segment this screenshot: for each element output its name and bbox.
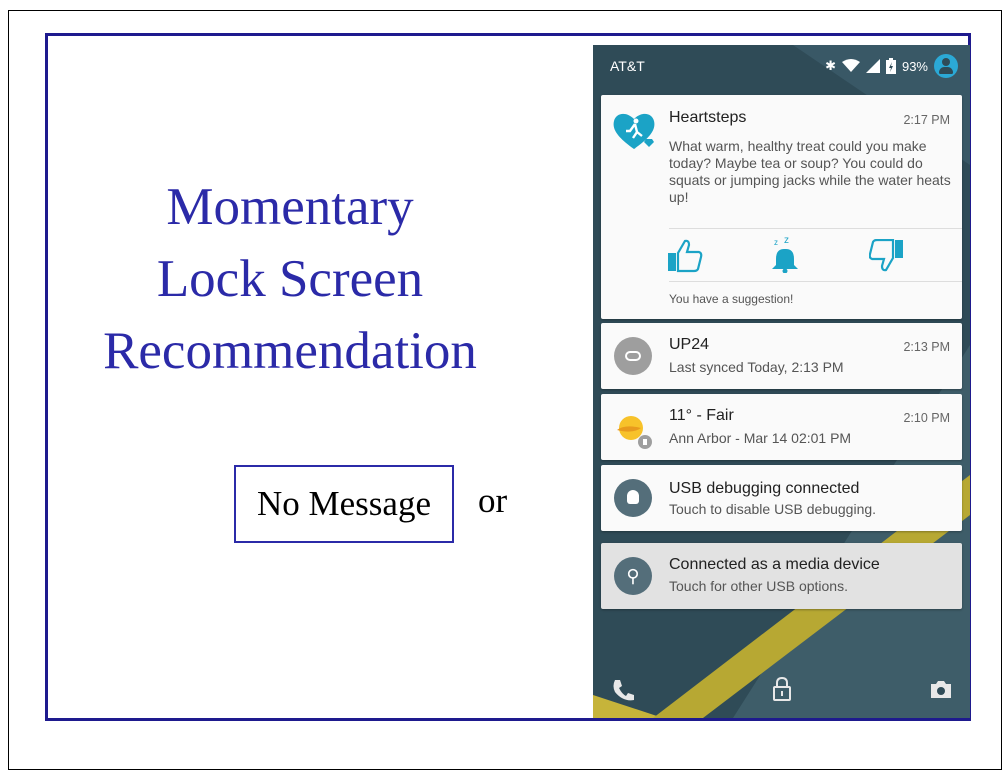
heartsteps-footer: You have a suggestion! <box>669 292 794 306</box>
phone-lock-screen: AT&T ✱ 93% Heartsteps 2:17 PM What warm,… <box>593 45 970 718</box>
up24-title: UP24 <box>669 336 710 353</box>
lock-icon[interactable] <box>771 676 793 702</box>
up24-icon <box>614 337 652 375</box>
phone-icon[interactable] <box>611 678 635 702</box>
usb-debugging-notification[interactable]: USB debugging connected Touch to disable… <box>601 465 962 531</box>
slide-title-line-2: Lock Screen <box>156 250 424 308</box>
media-device-notification[interactable]: ⚲ Connected as a media device Touch for … <box>601 543 962 609</box>
weather-sun-icon <box>617 416 652 449</box>
no-message-label: No Message <box>257 484 431 523</box>
battery-icon <box>885 58 896 74</box>
usb-icon: ⚲ <box>614 557 652 595</box>
up24-time: 2:13 PM <box>903 340 950 354</box>
weather-notification[interactable]: 11° - Fair 2:10 PM Ann Arbor - Mar 14 02… <box>601 394 962 460</box>
usb-debugging-title: USB debugging connected <box>669 480 860 497</box>
no-message-box: No Message <box>234 465 454 543</box>
weather-subtitle: Ann Arbor - Mar 14 02:01 PM <box>669 430 852 446</box>
wifi-icon <box>841 59 860 72</box>
avatar-icon[interactable] <box>934 54 958 78</box>
weather-title: 11° - Fair <box>669 407 734 424</box>
svg-text:z: z <box>784 235 789 246</box>
signal-icon <box>865 59 880 73</box>
heartsteps-message: What warm, healthy treat could you make … <box>669 138 951 205</box>
heartsteps-notification[interactable]: Heartsteps 2:17 PM What warm, healthy tr… <box>601 95 962 319</box>
android-debug-icon <box>614 479 652 517</box>
status-bar: AT&T ✱ 93% <box>593 45 970 87</box>
svg-text:z: z <box>774 238 778 247</box>
media-device-subtitle: Touch for other USB options. <box>669 578 848 594</box>
up24-subtitle: Last synced Today, 2:13 PM <box>669 359 844 375</box>
heartsteps-logo-icon <box>613 113 655 149</box>
bluetooth-icon: ✱ <box>825 58 836 73</box>
slide-title-line-1: Momentary <box>166 178 414 236</box>
weather-time: 2:10 PM <box>903 411 950 425</box>
snooze-bell-icon[interactable]: z z <box>768 235 804 273</box>
thumbs-up-icon[interactable] <box>667 239 703 273</box>
media-device-title: Connected as a media device <box>669 556 880 573</box>
thumbs-down-icon[interactable] <box>869 239 905 273</box>
slide-title-line-3: Recommendation <box>103 322 477 380</box>
heartsteps-time: 2:17 PM <box>903 113 950 127</box>
usb-debugging-subtitle: Touch to disable USB debugging. <box>669 501 877 517</box>
carrier-label: AT&T <box>610 58 645 74</box>
up24-notification[interactable]: UP24 2:13 PM Last synced Today, 2:13 PM <box>601 323 962 389</box>
heartsteps-app-name: Heartsteps <box>669 109 747 126</box>
camera-icon[interactable] <box>929 678 953 700</box>
battery-percent: 93% <box>901 58 928 74</box>
or-label: or <box>478 481 508 520</box>
